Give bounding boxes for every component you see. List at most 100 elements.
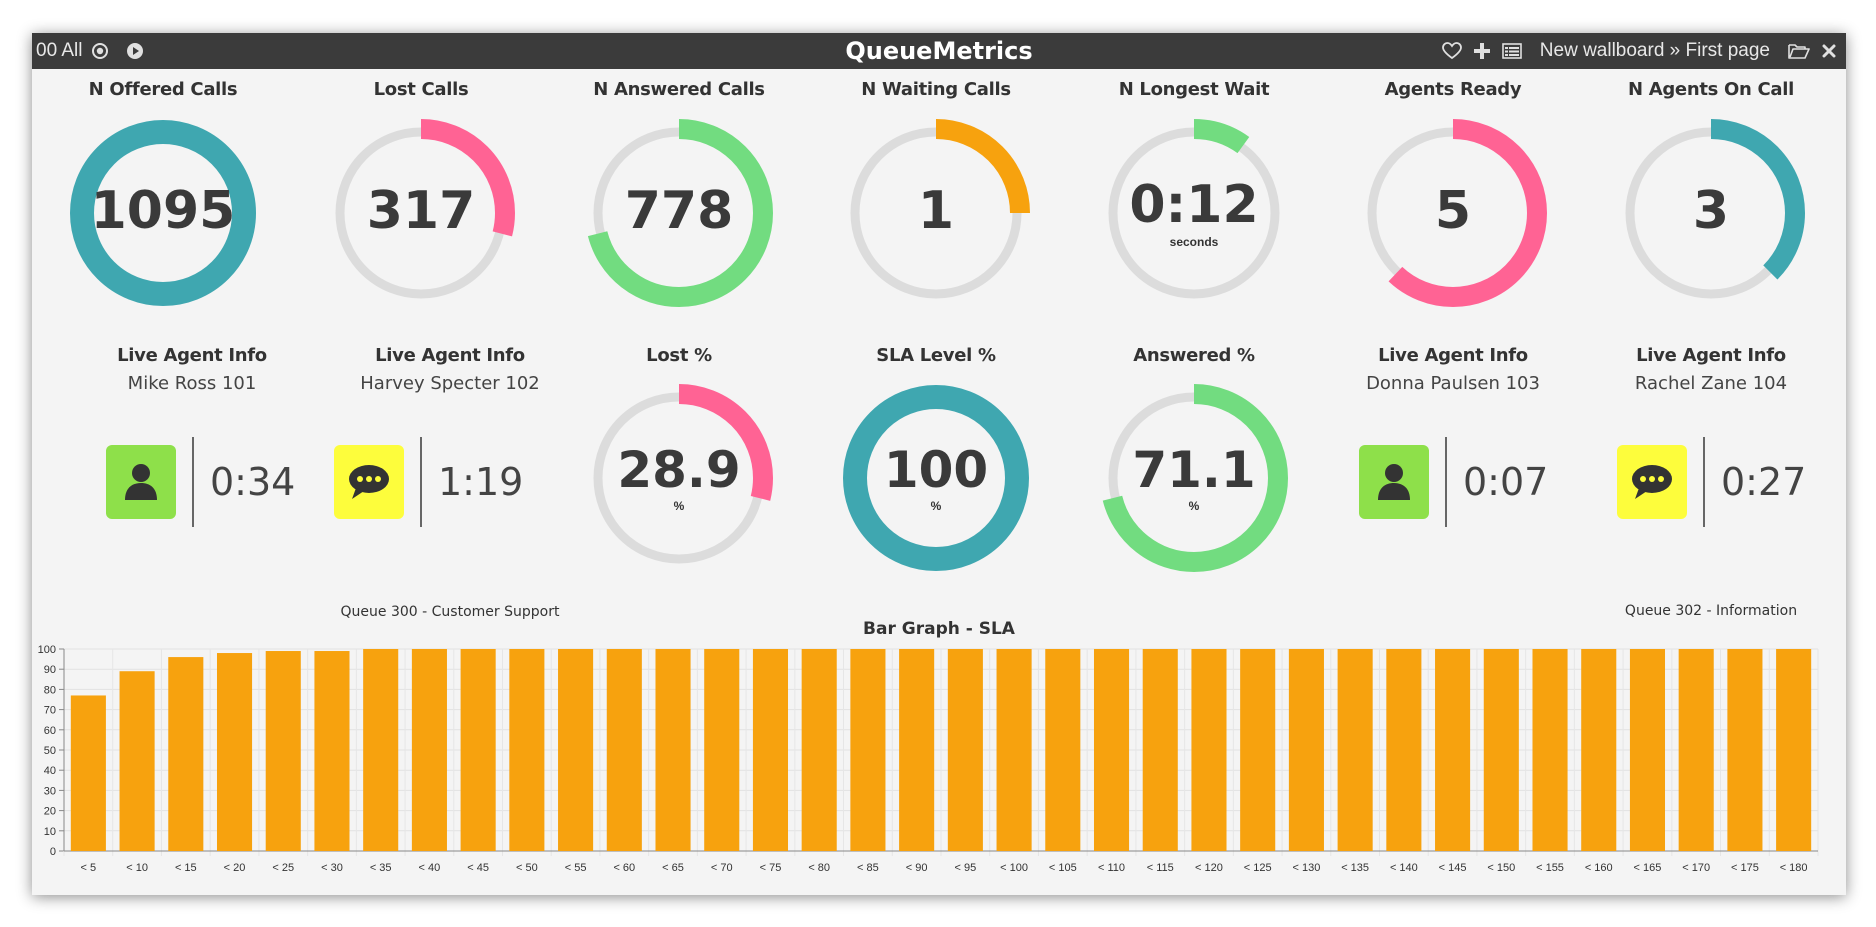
bar [411,649,447,851]
bar [752,649,789,851]
agent-time: 1:19 [438,460,524,504]
live-agent-card-harvey-specter: Live Agent Info Harvey Specter 102 1:19 … [320,345,580,625]
bar [1532,649,1568,851]
agent-divider [192,437,194,527]
plus-icon[interactable] [1473,43,1490,59]
bar [1337,649,1373,851]
heart-icon[interactable] [1441,42,1462,60]
bar [558,649,594,851]
list-icon[interactable] [1501,43,1522,59]
bar [1142,649,1178,851]
live-agent-title: Live Agent Info [1636,345,1786,366]
y-tick-label: 10 [44,826,56,838]
x-tick-label: < 175 [1731,862,1759,874]
bar [119,671,155,851]
close-icon[interactable] [1822,44,1836,58]
gauge-card-lost: Lost % 28.9% [554,345,804,585]
y-tick-label: 70 [44,705,56,717]
bar [1483,649,1519,851]
gauge-value: 5 [1434,180,1472,241]
x-tick-label: < 45 [467,862,489,874]
gauge-card-answered: Answered % 71.1% [1069,345,1319,585]
gauge-value: 1095 [90,180,236,241]
x-tick-label: < 145 [1439,862,1467,874]
wallboard-window: 00 All QueueMetrics New wallboard » Firs… [32,33,1846,895]
x-tick-label: < 140 [1390,862,1418,874]
user-icon [1359,445,1429,519]
x-tick-label: < 100 [1000,862,1028,874]
gauge-title: N Agents On Call [1627,79,1795,100]
x-tick-label: < 50 [516,862,538,874]
agent-name: Harvey Specter 102 [360,373,540,394]
titlebar-left: 00 All [36,33,144,69]
x-tick-label: < 5 [81,862,97,874]
y-tick-label: 40 [44,765,56,777]
y-tick-label: 30 [44,785,56,797]
gauge-value: 71.1 [1132,441,1256,499]
x-tick-label: < 160 [1585,862,1613,874]
y-tick-label: 20 [44,806,56,818]
breadcrumb[interactable]: New wallboard » First page [1540,40,1770,62]
bar [1435,649,1471,851]
gauge-title: Answered % [1133,345,1255,366]
gauge-unit: seconds [1169,234,1219,249]
gauge-value: 317 [366,180,476,241]
gauge-unit: % [673,499,685,513]
queue-label: Queue 300 - Customer Support [340,604,560,620]
x-tick-label: < 30 [321,862,343,874]
agent-time: 0:27 [1721,460,1807,504]
bar [265,651,301,851]
gauge-value: 28.9 [617,441,741,499]
agent-status-box: 0:07 [1359,437,1548,527]
agent-divider [1703,437,1705,527]
gauge-unit: % [930,499,942,513]
folder-icon[interactable] [1788,42,1810,60]
live-agent-title: Live Agent Info [117,345,267,366]
gauge-card-lost-calls: Lost Calls 317 [296,79,546,309]
x-tick-label: < 25 [272,862,294,874]
x-tick-label: < 75 [760,862,782,874]
live-agent-title: Live Agent Info [1378,345,1528,366]
gauge-value: 1 [917,180,955,241]
bar [1240,649,1276,851]
gauge-card-n-waiting-calls: N Waiting Calls 1 [811,79,1061,309]
x-tick-label: < 70 [711,862,733,874]
x-tick-label: < 35 [370,862,392,874]
x-tick-label: < 60 [613,862,635,874]
gauge-title: SLA Level % [876,345,996,366]
gauge-card-sla-level: SLA Level % 100% [811,345,1061,585]
agent-name: Donna Paulsen 103 [1366,373,1540,394]
bar [1581,649,1617,851]
record-icon[interactable] [91,42,109,60]
y-tick-label: 100 [38,644,56,656]
live-agent-card-mike-ross: Live Agent Info Mike Ross 101 0:34 [62,345,322,605]
y-tick-label: 60 [44,725,56,737]
agent-status-box: 0:34 [106,437,295,527]
gauge-title: N Longest Wait [1118,79,1270,100]
x-tick-label: < 110 [1098,862,1125,874]
agent-time: 0:34 [210,460,296,504]
bar [168,657,204,851]
queue-selector-label[interactable]: 00 All [36,40,82,62]
bar [1386,649,1422,851]
bar [1045,649,1081,851]
bar [216,653,253,851]
bar [314,651,350,851]
bar [947,649,983,851]
play-icon[interactable] [126,42,144,60]
agent-status-box: 0:27 [1617,437,1806,527]
x-tick-label: < 155 [1536,862,1564,874]
bar [509,649,545,851]
x-tick-label: < 80 [808,862,830,874]
gauge-title: N Offered Calls [88,79,238,100]
x-tick-label: < 105 [1049,862,1077,874]
gauge-title: Lost Calls [373,79,469,100]
gauge-card-agents-ready: Agents Ready 5 [1328,79,1578,309]
queue-label: Queue 302 - Information [1624,603,1798,619]
gauge-card-n-offered-calls: N Offered Calls 1095 [38,79,288,309]
bar [801,649,837,851]
x-tick-label: < 85 [857,862,879,874]
x-tick-label: < 90 [906,862,928,874]
agent-divider [1445,437,1447,527]
bar [655,649,691,851]
